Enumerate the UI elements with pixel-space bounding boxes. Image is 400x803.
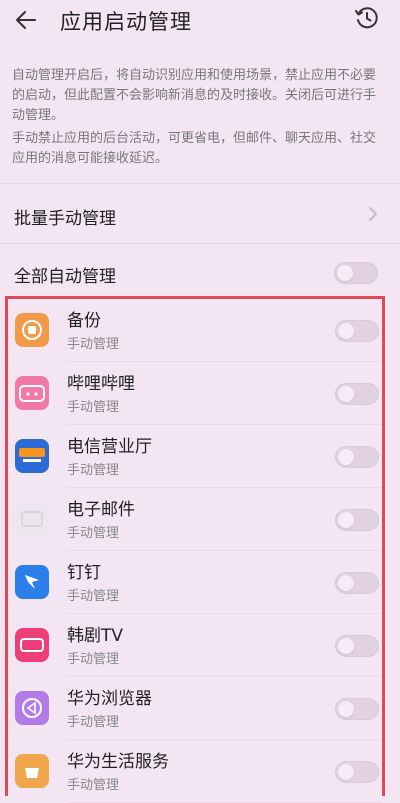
app-toggle[interactable]	[335, 446, 379, 468]
app-row: 电子邮件 手动管理	[8, 488, 382, 551]
hanjutv-icon	[15, 628, 49, 662]
app-status: 手动管理	[67, 778, 120, 793]
app-row: 电信营业厅 手动管理	[8, 425, 382, 488]
email-icon	[15, 502, 49, 536]
arrow-left-icon	[16, 11, 36, 29]
app-name: 钉钉	[67, 563, 101, 583]
app-toggle[interactable]	[335, 761, 379, 783]
all-auto-toggle[interactable]	[334, 262, 378, 284]
app-row: 华为生活服务手动管理	[8, 740, 382, 803]
top-bar: 应用启动管理	[0, 0, 400, 44]
page-title: 应用启动管理	[60, 10, 192, 34]
app-row: 韩剧TV 手动管理	[8, 614, 382, 677]
app-name: 韩剧TV	[67, 626, 124, 646]
app-status: 手动管理	[67, 400, 120, 415]
batch-manual-row[interactable]: 批量手动管理	[0, 184, 400, 242]
app-status: 手动管理	[67, 715, 120, 730]
app-list: 备份 手动管理 哔哩哔哩 手动管理 电信营业厅 手动管理 电子邮件 手动管理 钉钉 手动管理 韩剧T…	[5, 296, 385, 803]
app-toggle[interactable]	[335, 509, 379, 531]
app-toggle[interactable]	[335, 320, 379, 342]
app-toggle[interactable]	[335, 572, 379, 594]
app-row: 钉钉 手动管理	[8, 551, 382, 614]
life-service-icon	[15, 754, 49, 788]
description-auto: 自动管理开启后，将自动识别应用和使用场景，禁止应用不必要的启动，但此配置不会影响…	[12, 68, 377, 123]
clock-history-icon	[355, 7, 378, 29]
app-name: 电信营业厅	[67, 437, 152, 457]
all-auto-row: 全部自动管理	[0, 244, 400, 296]
app-toggle[interactable]	[335, 635, 379, 657]
description-manual: 手动禁止应用的后台活动，可更省电，但邮件、聊天应用、社交应用的消息可能接收延迟。	[12, 131, 377, 166]
back-button[interactable]	[14, 8, 38, 32]
telecom-icon	[15, 439, 49, 473]
bilibili-icon	[15, 376, 49, 410]
app-status: 手动管理	[67, 652, 120, 667]
description: 自动管理开启后，将自动识别应用和使用场景，禁止应用不必要的启动，但此配置不会影响…	[12, 66, 388, 169]
app-toggle[interactable]	[335, 698, 379, 720]
app-name: 电子邮件	[67, 500, 135, 520]
batch-manual-label: 批量手动管理	[14, 209, 116, 229]
chevron-right-icon	[369, 207, 377, 221]
app-name: 备份	[67, 311, 101, 331]
app-status: 手动管理	[67, 337, 120, 352]
app-status: 手动管理	[67, 463, 120, 478]
app-status: 手动管理	[67, 526, 120, 541]
app-row: 备份 手动管理	[8, 299, 382, 362]
app-name: 华为浏览器	[67, 689, 152, 709]
app-row: 华为浏览器 手动管理	[8, 677, 382, 740]
history-button[interactable]	[354, 5, 380, 31]
app-row: 哔哩哔哩 手动管理	[8, 362, 382, 425]
backup-icon	[15, 313, 49, 347]
dingtalk-icon	[15, 565, 49, 599]
app-toggle[interactable]	[335, 383, 379, 405]
app-name: 华为生活服务	[67, 752, 169, 772]
browser-icon	[15, 691, 49, 725]
app-status: 手动管理	[67, 589, 120, 604]
app-name: 哔哩哔哩	[67, 374, 135, 394]
all-auto-label: 全部自动管理	[14, 267, 116, 287]
